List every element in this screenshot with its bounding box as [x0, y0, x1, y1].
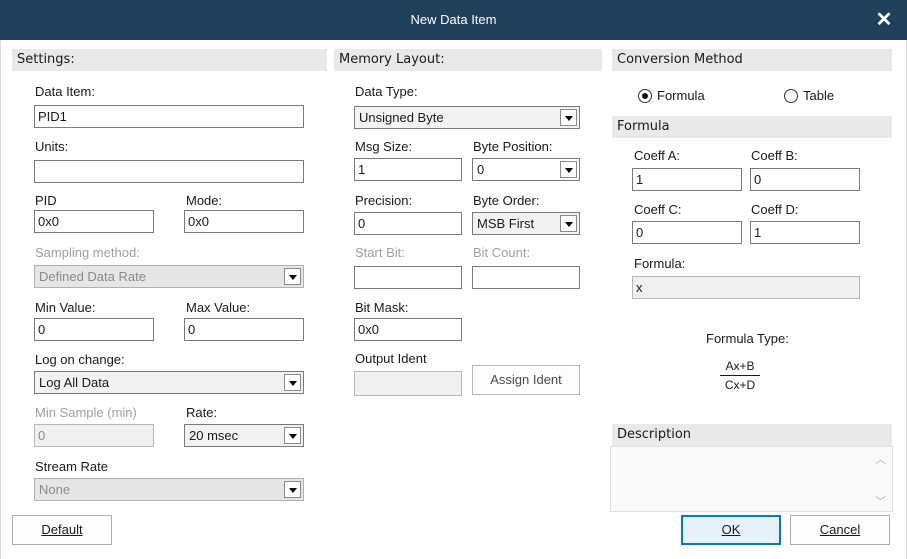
description-header: Description — [612, 424, 892, 446]
formula-denominator: Cx+D — [724, 378, 756, 392]
start-bit-input[interactable] — [354, 266, 462, 289]
formula-radio[interactable] — [638, 89, 652, 103]
chevron-down-icon — [560, 215, 577, 232]
assign-ident-button[interactable]: Assign Ident — [472, 365, 580, 395]
bit-mask-input[interactable]: 0x0 — [354, 318, 462, 341]
byte-position-label: Byte Position: — [473, 139, 553, 154]
byte-position-select[interactable]: 0 — [472, 158, 580, 181]
rate-select[interactable]: 20 msec — [184, 424, 304, 447]
byte-position-value: 0 — [477, 162, 485, 177]
sampling-method-value: Defined Data Rate — [39, 269, 146, 284]
data-type-select[interactable]: Unsigned Byte — [354, 106, 580, 129]
formula-type-fraction: Ax+B Cx+D — [720, 359, 760, 392]
ok-button[interactable]: OK — [681, 515, 781, 545]
ok-button-label: OK — [721, 522, 741, 537]
stream-rate-label: Stream Rate — [35, 459, 108, 474]
data-item-input[interactable]: PID1 — [34, 105, 304, 128]
formula-header: Formula — [612, 116, 892, 138]
table-radio[interactable] — [784, 89, 798, 103]
log-on-change-value: Log All Data — [39, 375, 110, 390]
sampling-method-label: Sampling method: — [35, 245, 140, 260]
coeff-a-input[interactable]: 1 — [632, 168, 742, 191]
max-value-input[interactable]: 0 — [184, 318, 304, 341]
sampling-method-select[interactable]: Defined Data Rate — [34, 265, 304, 288]
coeff-a-label: Coeff A: — [634, 148, 681, 163]
pid-label: PID — [35, 193, 57, 208]
chevron-down-icon — [560, 109, 577, 126]
table-radio-label[interactable]: Table — [803, 88, 834, 103]
cancel-button-label: Cancel — [819, 522, 861, 537]
default-button-label: Default — [41, 522, 83, 537]
cancel-button[interactable]: Cancel — [790, 515, 890, 545]
output-ident-label: Output Ident — [355, 351, 427, 366]
min-sample-input: 0 — [34, 424, 154, 447]
coeff-c-input[interactable]: 0 — [632, 221, 742, 244]
coeff-b-input[interactable]: 0 — [750, 168, 860, 191]
rate-label: Rate: — [186, 405, 218, 420]
min-value-input[interactable]: 0 — [34, 318, 154, 341]
formula-label: Formula: — [634, 256, 686, 271]
min-sample-label: Min Sample (min) — [35, 405, 137, 420]
precision-input[interactable]: 0 — [354, 212, 462, 235]
rate-value: 20 msec — [189, 428, 239, 443]
formula-type-label: Formula Type: — [706, 331, 789, 346]
data-type-value: Unsigned Byte — [359, 110, 444, 125]
log-on-change-label: Log on change: — [35, 352, 125, 367]
formula-radio-label[interactable]: Formula — [657, 88, 705, 103]
precision-label: Precision: — [355, 193, 413, 208]
chevron-down-icon — [284, 374, 301, 391]
mode-input[interactable]: 0x0 — [184, 210, 304, 233]
coeff-d-label: Coeff D: — [751, 202, 799, 217]
bit-mask-label: Bit Mask: — [355, 300, 409, 315]
memory-layout-header: Memory Layout: — [334, 49, 602, 71]
stream-rate-value: None — [39, 482, 71, 497]
mode-label: Mode: — [186, 193, 223, 208]
scroll-up-icon[interactable]: ︿ — [875, 451, 886, 467]
msg-size-input[interactable]: 1 — [354, 158, 462, 181]
scroll-down-icon[interactable]: ﹀ — [875, 493, 886, 509]
min-value-label: Min Value: — [35, 300, 96, 315]
window-title: New Data Item — [410, 12, 497, 27]
units-label: Units: — [35, 139, 69, 154]
byte-order-value: MSB First — [477, 216, 535, 231]
chevron-down-icon — [560, 161, 577, 178]
data-item-label: Data Item: — [35, 84, 95, 99]
formula-input: x — [632, 276, 860, 299]
formula-numerator: Ax+B — [720, 359, 760, 376]
conversion-method-header: Conversion Method — [612, 49, 892, 71]
chevron-down-icon — [284, 481, 301, 498]
msg-size-label: Msg Size: — [355, 139, 413, 154]
start-bit-label: Start Bit: — [355, 245, 405, 260]
coeff-b-label: Coeff B: — [751, 148, 798, 163]
byte-order-select[interactable]: MSB First — [472, 212, 580, 235]
coeff-c-label: Coeff C: — [634, 202, 682, 217]
title-bar: New Data Item ✕ — [0, 0, 907, 40]
stream-rate-select[interactable]: None — [34, 478, 304, 501]
bit-count-label: Bit Count: — [473, 245, 531, 260]
default-button[interactable]: Default — [12, 515, 112, 545]
output-ident-input — [354, 371, 462, 396]
chevron-down-icon — [284, 427, 301, 444]
description-textarea[interactable]: ︿ ﹀ — [610, 446, 893, 512]
max-value-label: Max Value: — [186, 300, 251, 315]
close-icon[interactable]: ✕ — [869, 5, 899, 35]
data-type-label: Data Type: — [355, 84, 418, 99]
pid-input[interactable]: 0x0 — [34, 210, 154, 233]
bit-count-input[interactable] — [472, 266, 580, 289]
log-on-change-select[interactable]: Log All Data — [34, 371, 304, 394]
chevron-down-icon — [284, 268, 301, 285]
units-input[interactable] — [34, 160, 304, 183]
coeff-d-input[interactable]: 1 — [750, 221, 860, 244]
byte-order-label: Byte Order: — [473, 193, 540, 208]
settings-header: Settings: — [12, 49, 327, 71]
